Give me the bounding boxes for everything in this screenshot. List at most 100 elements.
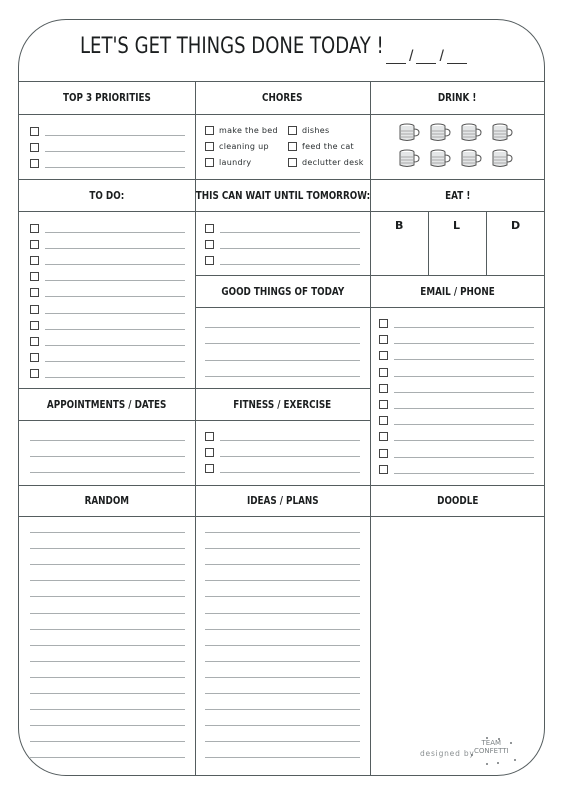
random-line[interactable] xyxy=(30,725,185,727)
todo-line[interactable] xyxy=(45,344,185,346)
mug-icon[interactable] xyxy=(461,149,483,169)
random-line[interactable] xyxy=(30,564,185,566)
random-line[interactable] xyxy=(30,676,185,678)
email-phone-line[interactable] xyxy=(394,424,534,426)
good-things-line[interactable] xyxy=(205,327,360,328)
random-line[interactable] xyxy=(30,741,185,743)
email-phone-checkbox[interactable] xyxy=(379,367,388,377)
good-things-line[interactable] xyxy=(205,343,360,345)
chore-checkbox[interactable] xyxy=(205,142,214,151)
idea-line[interactable] xyxy=(205,628,360,630)
todo-line[interactable] xyxy=(45,360,185,362)
todo-checkbox[interactable] xyxy=(30,368,39,378)
todo-line[interactable] xyxy=(45,296,185,298)
email-phone-checkbox[interactable] xyxy=(379,351,388,361)
idea-line[interactable] xyxy=(205,548,360,550)
random-line[interactable] xyxy=(30,660,185,662)
fitness-line[interactable] xyxy=(220,472,360,473)
idea-line[interactable] xyxy=(205,660,360,662)
priority-checkbox[interactable] xyxy=(30,159,39,168)
wait-line[interactable] xyxy=(220,264,360,265)
idea-line[interactable] xyxy=(205,564,360,566)
idea-line[interactable] xyxy=(205,741,360,743)
random-line[interactable] xyxy=(30,757,185,759)
idea-line[interactable] xyxy=(205,580,360,582)
chore-checkbox[interactable] xyxy=(205,126,214,135)
email-phone-line[interactable] xyxy=(394,359,534,361)
appointment-line[interactable] xyxy=(30,472,185,473)
random-line[interactable] xyxy=(30,580,185,582)
random-line[interactable] xyxy=(30,612,185,614)
mug-icon[interactable] xyxy=(430,123,452,143)
fitness-checkbox[interactable] xyxy=(205,432,214,441)
email-phone-line[interactable] xyxy=(394,391,534,393)
priority-checkbox[interactable] xyxy=(30,143,39,152)
email-phone-line[interactable] xyxy=(394,375,534,377)
random-line[interactable] xyxy=(30,532,185,533)
priority-line[interactable] xyxy=(45,135,185,136)
random-line[interactable] xyxy=(30,709,185,711)
priority-line[interactable] xyxy=(45,151,185,152)
priority-line[interactable] xyxy=(45,167,185,168)
email-phone-line[interactable] xyxy=(394,343,534,345)
todo-line[interactable] xyxy=(45,264,185,266)
idea-line[interactable] xyxy=(205,596,360,598)
idea-line[interactable] xyxy=(205,676,360,678)
doodle-area[interactable] xyxy=(371,517,543,737)
todo-checkbox[interactable] xyxy=(30,304,39,314)
todo-checkbox[interactable] xyxy=(30,336,39,346)
idea-line[interactable] xyxy=(205,757,360,759)
todo-checkbox[interactable] xyxy=(30,224,39,233)
email-phone-line[interactable] xyxy=(394,440,534,442)
todo-line[interactable] xyxy=(45,312,185,314)
appointment-line[interactable] xyxy=(30,456,185,457)
mug-icon[interactable] xyxy=(492,149,514,169)
email-phone-checkbox[interactable] xyxy=(379,400,388,409)
email-phone-line[interactable] xyxy=(394,327,534,328)
email-phone-checkbox[interactable] xyxy=(379,335,388,345)
email-phone-line[interactable] xyxy=(394,472,534,474)
fitness-line[interactable] xyxy=(220,456,360,457)
todo-checkbox[interactable] xyxy=(30,256,39,266)
chore-checkbox[interactable] xyxy=(288,158,297,167)
wait-line[interactable] xyxy=(220,248,360,249)
random-line[interactable] xyxy=(30,596,185,598)
todo-line[interactable] xyxy=(45,232,185,233)
idea-line[interactable] xyxy=(205,725,360,727)
mug-icon[interactable] xyxy=(430,149,452,169)
wait-checkbox[interactable] xyxy=(205,256,214,265)
email-phone-line[interactable] xyxy=(394,408,534,409)
idea-line[interactable] xyxy=(205,612,360,614)
date-month-blank[interactable] xyxy=(416,51,437,64)
email-phone-checkbox[interactable] xyxy=(379,416,388,426)
email-phone-checkbox[interactable] xyxy=(379,383,388,393)
mug-icon[interactable] xyxy=(399,149,421,169)
meal-area-dinner[interactable] xyxy=(487,236,544,274)
date-day-blank[interactable] xyxy=(386,51,406,64)
todo-line[interactable] xyxy=(45,248,185,250)
todo-line[interactable] xyxy=(45,376,185,378)
random-line[interactable] xyxy=(30,628,185,630)
email-phone-checkbox[interactable] xyxy=(379,448,388,458)
mug-icon[interactable] xyxy=(399,123,421,143)
chore-checkbox[interactable] xyxy=(288,126,297,135)
idea-line[interactable] xyxy=(205,709,360,711)
idea-line[interactable] xyxy=(205,532,360,533)
mug-icon[interactable] xyxy=(492,123,514,143)
todo-checkbox[interactable] xyxy=(30,272,39,282)
mug-icon[interactable] xyxy=(461,123,483,143)
todo-checkbox[interactable] xyxy=(30,352,39,362)
email-phone-line[interactable] xyxy=(394,456,534,458)
random-line[interactable] xyxy=(30,644,185,646)
todo-checkbox[interactable] xyxy=(30,240,39,250)
wait-checkbox[interactable] xyxy=(205,240,214,249)
date-year-blank[interactable] xyxy=(446,51,467,64)
priority-checkbox[interactable] xyxy=(30,127,39,136)
email-phone-checkbox[interactable] xyxy=(379,432,388,442)
chore-checkbox[interactable] xyxy=(288,142,297,151)
date-field[interactable]: / / xyxy=(386,48,474,65)
meal-area-lunch[interactable] xyxy=(429,236,485,274)
email-phone-checkbox[interactable] xyxy=(379,319,388,328)
wait-checkbox[interactable] xyxy=(205,224,214,233)
todo-line[interactable] xyxy=(45,280,185,282)
